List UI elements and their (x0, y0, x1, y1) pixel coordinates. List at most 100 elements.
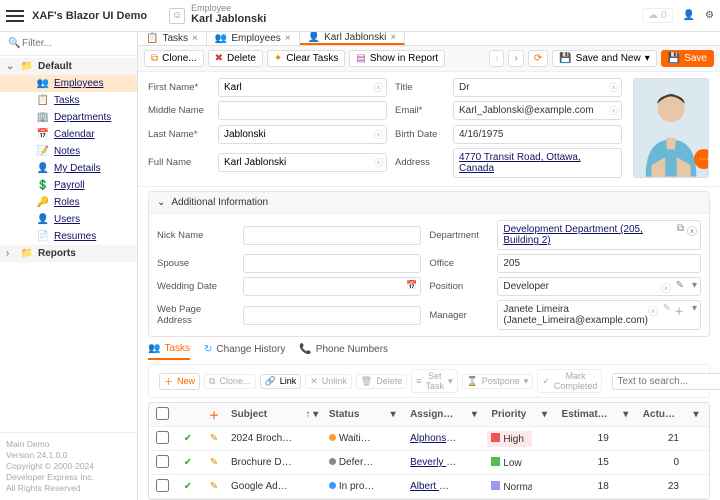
clear-icon[interactable]: ⓧ (648, 303, 658, 318)
delete-button[interactable]: ✖Delete (208, 50, 263, 67)
field-input[interactable] (218, 78, 387, 97)
clear-icon[interactable]: ⓧ (661, 280, 671, 295)
show-in-report-button[interactable]: ▤Show in Report (349, 50, 445, 67)
clear-icon[interactable]: ⓧ (374, 156, 383, 169)
clear-icon[interactable]: ⓧ (374, 81, 383, 94)
sub-tab[interactable]: 👥Tasks (148, 343, 190, 360)
clear-tasks-button[interactable]: ✦Clear Tasks (267, 50, 345, 67)
field-input[interactable] (243, 254, 421, 273)
task-delete-button[interactable]: 🗑 Delete (356, 374, 407, 389)
col-assigned[interactable]: Assigned To (406, 406, 461, 423)
filter-icon[interactable]: ▾ (532, 406, 558, 423)
close-icon[interactable]: × (192, 33, 198, 44)
nav-item[interactable]: 📝Notes (0, 143, 137, 160)
table-row[interactable]: ✔✎Brochure Design ReviewDeferredBeverly … (149, 451, 709, 475)
field-input[interactable]: 205 (497, 254, 701, 273)
field-input[interactable] (243, 277, 421, 296)
task-link-button[interactable]: 🔗 Link (260, 374, 302, 389)
task-markcomplete-button[interactable]: ✓ Mark Completed (537, 369, 602, 393)
edit-row-icon[interactable]: ✎ (201, 454, 227, 471)
field-input[interactable] (243, 226, 421, 245)
hamburger-menu[interactable] (6, 7, 24, 25)
field-input[interactable] (243, 306, 421, 325)
gear-icon[interactable]: ⚙ (705, 10, 714, 21)
nav-item[interactable]: 👤My Details (0, 160, 137, 177)
nav-item[interactable]: 👤Users (0, 211, 137, 228)
nav-item[interactable]: 📋Tasks (0, 92, 137, 109)
row-checkbox[interactable] (156, 431, 169, 444)
nav-item[interactable]: 🏢Departments (0, 109, 137, 126)
field-input[interactable]: 4770 Transit Road, Ottawa, Canada (453, 148, 622, 178)
next-record-button[interactable]: › (508, 50, 523, 67)
sub-tab[interactable]: 📞Phone Numbers (299, 343, 388, 360)
task-unlink-button[interactable]: ✕ Unlink (305, 374, 352, 389)
filter-icon[interactable]: ▾ (380, 406, 406, 423)
col-act[interactable]: Actual Work Hours (639, 406, 683, 423)
nav-group[interactable]: ›📁Reports (0, 245, 137, 262)
edit-icon[interactable]: ✎ (676, 280, 684, 291)
col-subject[interactable]: Subject (227, 406, 299, 423)
chevron-down-icon[interactable]: ▾ (692, 303, 697, 314)
assigned-link[interactable]: Beverly Oneil (410, 457, 461, 468)
add-icon[interactable]: ＋ (674, 303, 684, 318)
row-checkbox[interactable] (156, 455, 169, 468)
col-status[interactable]: Status (325, 406, 380, 423)
tab[interactable]: 👥Employees× (207, 32, 300, 45)
table-row[interactable]: ✔✎Google AdWords StrategyIn progressAlbe… (149, 475, 709, 499)
refresh-button[interactable]: ⟳ (528, 50, 548, 67)
assigned-link[interactable]: Alphonso Johnson (410, 433, 461, 444)
nav-item[interactable]: 👥Employees (0, 75, 137, 92)
task-new-button[interactable]: ＋ New (159, 373, 200, 390)
filter-icon[interactable]: ▾ (613, 406, 639, 423)
nav-group[interactable]: ⌄📁Default (0, 58, 137, 75)
clear-icon[interactable]: ⓧ (374, 128, 383, 141)
col-priority[interactable]: Priority (487, 406, 531, 423)
nav-item[interactable]: 🔑Roles (0, 194, 137, 211)
filter-icon[interactable]: ↑ ▾ (299, 406, 325, 423)
nav-item[interactable]: 📄Resumes (0, 228, 137, 245)
chevron-down-icon[interactable]: ▾ (692, 280, 697, 291)
filter-icon[interactable]: ▾ (683, 406, 709, 423)
field-input[interactable]: Karl_Jablonski@example.com (453, 101, 622, 120)
edit-row-icon[interactable]: ✎ (201, 430, 227, 447)
field-input[interactable] (218, 153, 387, 172)
clear-icon[interactable]: ⓧ (609, 81, 618, 94)
assigned-link[interactable]: Albert Walker (410, 481, 461, 492)
field-input[interactable] (218, 125, 387, 144)
photo-actions-button[interactable]: ⋯ (694, 149, 709, 169)
col-est[interactable]: Estimated Work Hours (558, 406, 613, 423)
field-input[interactable]: 4/16/1975 (453, 125, 622, 144)
clone-button[interactable]: ⧉Clone... (144, 50, 204, 67)
user-icon[interactable]: 👤 (683, 10, 695, 21)
task-clone-button[interactable]: ⧉ Clone... (204, 374, 255, 389)
nav-item[interactable]: 📅Calendar (0, 126, 137, 143)
add-column-icon[interactable]: ＋ (201, 404, 227, 425)
tab[interactable]: 📋Tasks× (138, 32, 207, 45)
calendar-icon[interactable]: 📅 (406, 280, 417, 291)
filter-icon[interactable]: ▾ (461, 406, 487, 423)
open-icon[interactable]: ⧉ (677, 223, 684, 234)
close-icon[interactable]: × (285, 33, 291, 44)
task-settask-button[interactable]: ≡ Set Task ▾ (411, 369, 457, 393)
save-and-new-button[interactable]: 💾Save and New ▾ (552, 50, 657, 67)
tab[interactable]: 👤Karl Jablonski× (300, 32, 406, 45)
nav-item[interactable]: 💲Payroll (0, 177, 137, 194)
notification-badge[interactable]: ☁0 (642, 8, 673, 23)
prev-record-button[interactable]: ‹ (489, 50, 504, 67)
close-icon[interactable]: × (390, 32, 396, 43)
field-input[interactable]: Dr (453, 78, 622, 97)
sub-tab[interactable]: ↻Change History (204, 343, 285, 360)
select-all-checkbox[interactable] (156, 407, 169, 420)
edit-row-icon[interactable]: ✎ (201, 478, 227, 495)
field-input[interactable]: Development Department (205, Building 2) (497, 220, 701, 250)
additional-info-toggle[interactable]: ⌄Additional Information (149, 192, 709, 214)
task-search-input[interactable] (612, 373, 720, 390)
clear-icon[interactable]: ⓧ (609, 104, 618, 117)
table-row[interactable]: ✔✎2024 Brochure DesignsWaiting for someo… (149, 427, 709, 451)
nav-filter-input[interactable] (6, 36, 131, 51)
save-button[interactable]: 💾Save (661, 50, 714, 67)
field-input[interactable] (218, 101, 387, 120)
row-checkbox[interactable] (156, 479, 169, 492)
clear-icon[interactable]: ⓧ (687, 223, 697, 238)
edit-icon[interactable]: ✎ (663, 303, 671, 314)
